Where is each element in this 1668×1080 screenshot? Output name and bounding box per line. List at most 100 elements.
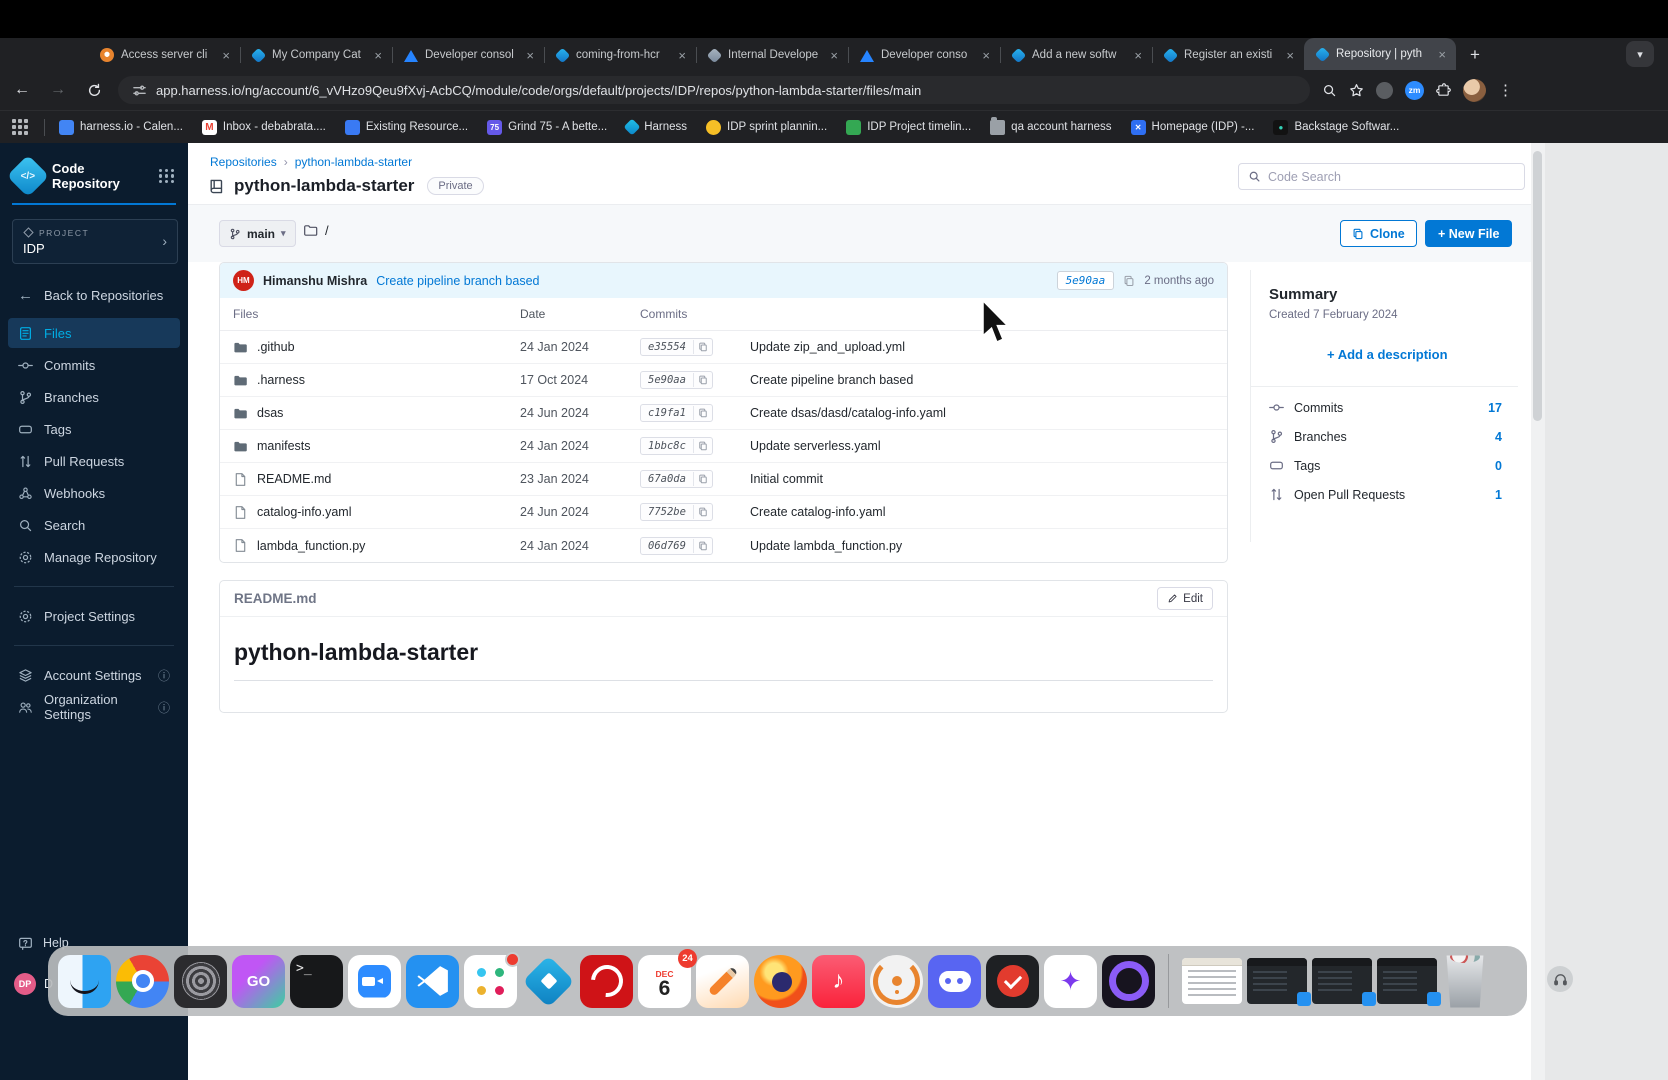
folder-icon[interactable] bbox=[303, 223, 318, 238]
browser-tab[interactable]: My Company Cat× bbox=[240, 40, 392, 70]
commit-hash-chip[interactable]: 5e90aa bbox=[640, 371, 713, 389]
zoom-extension-icon[interactable]: zm bbox=[1405, 81, 1424, 100]
copy-icon[interactable] bbox=[693, 373, 712, 387]
commit-message[interactable]: Update lambda_function.py bbox=[750, 539, 1227, 553]
browser-tab[interactable]: Add a new softw× bbox=[1000, 40, 1152, 70]
copy-icon[interactable] bbox=[693, 539, 712, 553]
dock-vscode-icon[interactable] bbox=[406, 955, 459, 1008]
dock-minimized-document-window[interactable] bbox=[1182, 958, 1242, 1004]
sidebar-item-branches[interactable]: Branches bbox=[8, 382, 180, 412]
commit-hash-chip[interactable]: 5e90aa bbox=[1057, 271, 1115, 290]
commit-message-link[interactable]: Create pipeline branch based bbox=[376, 274, 539, 288]
browser-tab[interactable]: Developer consol× bbox=[392, 40, 544, 70]
tab-close-icon[interactable]: × bbox=[1132, 48, 1144, 63]
table-row[interactable]: lambda_function.py 24 Jan 2024 06d769 Up… bbox=[220, 529, 1227, 562]
branch-selector[interactable]: main ▾ bbox=[219, 220, 296, 247]
sidebar-item-account-settings[interactable]: Account Settings ⓘ bbox=[8, 660, 180, 690]
dock-minimized-code-window[interactable] bbox=[1377, 958, 1437, 1004]
bookmark[interactable]: ●Backstage Softwar... bbox=[1273, 120, 1399, 135]
table-row[interactable]: .harness 17 Oct 2024 5e90aa Create pipel… bbox=[220, 364, 1227, 397]
module-grid-icon[interactable] bbox=[159, 169, 174, 184]
apps-grid-icon[interactable] bbox=[12, 119, 28, 135]
bookmark[interactable]: IDP sprint plannin... bbox=[706, 120, 827, 135]
dock-task-check-app-icon[interactable] bbox=[986, 955, 1039, 1008]
stat-open-pull-requests[interactable]: Open Pull Requests 1 bbox=[1269, 480, 1518, 509]
copy-icon[interactable] bbox=[693, 406, 712, 420]
edit-button[interactable]: Edit bbox=[1157, 587, 1213, 610]
tab-close-icon[interactable]: × bbox=[828, 48, 840, 63]
dock-slack-icon[interactable] bbox=[464, 955, 517, 1008]
dock-loom-icon[interactable] bbox=[1102, 955, 1155, 1008]
sidebar-item-tags[interactable]: Tags bbox=[8, 414, 180, 444]
dock-trash-icon[interactable] bbox=[1442, 955, 1488, 1008]
extension-badge-icon[interactable] bbox=[1376, 82, 1393, 99]
code-search-input[interactable] bbox=[1268, 170, 1515, 184]
profile-avatar[interactable] bbox=[1463, 79, 1486, 102]
tab-close-icon[interactable]: × bbox=[220, 48, 232, 63]
sidebar-item-organization-settings[interactable]: Organization Settings ⓘ bbox=[8, 692, 180, 722]
browser-tab[interactable]: Register an existi× bbox=[1152, 40, 1304, 70]
dock-minimized-code-window[interactable] bbox=[1247, 958, 1307, 1004]
file-name[interactable]: catalog-info.yaml bbox=[257, 505, 352, 519]
dock-apple-music-icon[interactable]: ♪ bbox=[812, 955, 865, 1008]
tab-list-chevron-button[interactable]: ▾ bbox=[1626, 41, 1654, 67]
tab-close-icon[interactable]: × bbox=[524, 48, 536, 63]
clone-button[interactable]: Clone bbox=[1340, 220, 1417, 247]
tab-close-icon[interactable]: × bbox=[676, 48, 688, 63]
tab-close-icon[interactable]: × bbox=[1284, 48, 1296, 63]
tab-close-icon[interactable]: × bbox=[372, 48, 384, 63]
browser-tab-active[interactable]: Repository | pyth× bbox=[1304, 38, 1456, 70]
browser-tab[interactable]: Developer conso× bbox=[848, 40, 1000, 70]
commit-hash-chip[interactable]: 06d769 bbox=[640, 537, 713, 555]
table-row[interactable]: dsas 24 Jun 2024 c19fa1 Create dsas/dasd… bbox=[220, 397, 1227, 430]
commit-hash-chip[interactable]: e35554 bbox=[640, 338, 713, 356]
stat-commits[interactable]: Commits 17 bbox=[1269, 393, 1518, 422]
dock-zoom-icon[interactable] bbox=[348, 955, 401, 1008]
bookmark[interactable]: IDP Project timelin... bbox=[846, 120, 971, 135]
commit-message[interactable]: Update serverless.yaml bbox=[750, 439, 1227, 453]
commit-hash-chip[interactable]: 7752be bbox=[640, 503, 713, 521]
copy-icon[interactable] bbox=[693, 340, 712, 354]
browser-tab[interactable]: Internal Develope× bbox=[696, 40, 848, 70]
dock-calendar-icon[interactable]: DEC 6 24 bbox=[638, 955, 691, 1008]
sidebar-item-files[interactable]: Files bbox=[8, 318, 180, 348]
dock-red-media-app-icon[interactable] bbox=[580, 955, 633, 1008]
reload-button[interactable] bbox=[80, 76, 108, 104]
commit-message[interactable]: Create pipeline branch based bbox=[750, 373, 1227, 387]
code-search-box[interactable] bbox=[1238, 163, 1525, 190]
bookmark[interactable]: Existing Resource... bbox=[345, 120, 468, 135]
sidebar-item-project-settings[interactable]: Project Settings bbox=[8, 601, 180, 631]
sidebar-item-search[interactable]: Search bbox=[8, 510, 180, 540]
dock-star-app-icon[interactable] bbox=[1044, 955, 1097, 1008]
commit-message[interactable]: Create catalog-info.yaml bbox=[750, 505, 1227, 519]
sidebar-item-pull-requests[interactable]: Pull Requests bbox=[8, 446, 180, 476]
commit-message[interactable]: Create dsas/dasd/catalog-info.yaml bbox=[750, 406, 1227, 420]
bookmark[interactable]: MInbox - debabrata.... bbox=[202, 120, 326, 135]
file-name[interactable]: manifests bbox=[257, 439, 311, 453]
search-icon[interactable] bbox=[1322, 83, 1337, 98]
tab-close-icon[interactable]: × bbox=[1436, 47, 1448, 62]
commit-message[interactable]: Initial commit bbox=[750, 472, 1227, 486]
scrollbar[interactable] bbox=[1531, 143, 1545, 1080]
table-row[interactable]: manifests 24 Jan 2024 1bbc8c Update serv… bbox=[220, 430, 1227, 463]
stat-tags[interactable]: Tags 0 bbox=[1269, 451, 1518, 480]
copy-icon[interactable] bbox=[693, 439, 712, 453]
tab-close-icon[interactable]: × bbox=[980, 48, 992, 63]
new-tab-button[interactable]: + bbox=[1462, 42, 1488, 68]
dock-terminal-icon[interactable]: >_ bbox=[290, 955, 343, 1008]
dock-finder-icon[interactable] bbox=[58, 955, 111, 1008]
table-row[interactable]: .github 24 Jan 2024 e35554 Update zip_an… bbox=[220, 331, 1227, 364]
dock-pencil-app-icon[interactable] bbox=[696, 955, 749, 1008]
dock-minimized-code-window[interactable] bbox=[1312, 958, 1372, 1004]
bookmark[interactable]: Harness bbox=[626, 121, 687, 133]
table-row[interactable]: README.md 23 Jan 2024 67a0da Initial com… bbox=[220, 463, 1227, 496]
forward-button[interactable]: → bbox=[44, 76, 72, 104]
file-name[interactable]: README.md bbox=[257, 472, 331, 486]
browser-tab[interactable]: coming-from-hcr× bbox=[544, 40, 696, 70]
table-row[interactable]: catalog-info.yaml 24 Jun 2024 7752be Cre… bbox=[220, 496, 1227, 529]
dock-system-settings-icon[interactable] bbox=[174, 955, 227, 1008]
breadcrumb-repositories-link[interactable]: Repositories bbox=[210, 155, 277, 169]
copy-icon[interactable] bbox=[693, 472, 712, 486]
new-file-button[interactable]: + New File bbox=[1425, 220, 1512, 247]
browser-tab[interactable]: Access server cli× bbox=[88, 40, 240, 70]
